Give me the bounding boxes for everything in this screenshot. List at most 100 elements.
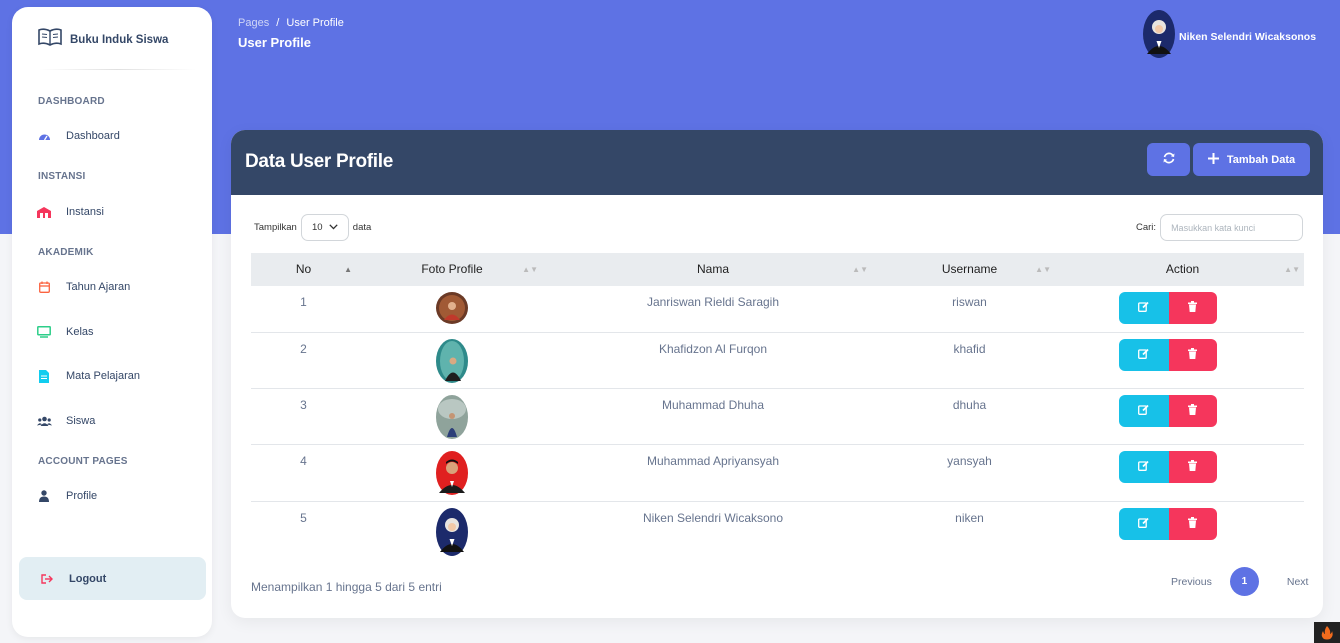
users-icon	[34, 416, 54, 426]
cell-action	[1061, 333, 1304, 388]
column-header-no[interactable]: No ▲	[251, 253, 356, 286]
cell-action	[1061, 389, 1304, 444]
user-menu[interactable]: Niken Selendri Wicaksonos	[1143, 10, 1316, 63]
sidebar: Buku Induk Siswa DASHBOARD Dashboard INS…	[12, 7, 212, 637]
book-icon	[37, 27, 63, 52]
edit-icon	[1138, 517, 1149, 531]
table-row: 5 Niken Selendri Wicaksono niken	[251, 502, 1304, 559]
edit-button[interactable]	[1118, 451, 1169, 483]
delete-button[interactable]	[1168, 451, 1217, 483]
delete-button[interactable]	[1168, 508, 1217, 540]
sidebar-item-label: Tahun Ajaran	[66, 281, 131, 293]
search-control: Cari:	[1136, 214, 1304, 241]
sort-icon: ▲▼	[522, 265, 538, 274]
sort-asc-icon: ▲	[344, 265, 352, 274]
section-instansi: INSTANSI	[38, 171, 86, 182]
brand-name: Buku Induk Siswa	[70, 33, 169, 46]
column-header-action[interactable]: Action ▲▼	[1061, 253, 1304, 286]
trash-icon	[1188, 348, 1197, 362]
sidebar-divider	[38, 69, 196, 70]
chevron-down-icon	[328, 222, 338, 233]
cell-action	[1061, 502, 1304, 559]
plus-icon	[1207, 151, 1219, 169]
sidebar-item-profile[interactable]: Profile	[34, 482, 202, 510]
cell-username: yansyah	[947, 454, 992, 468]
logout-label: Logout	[69, 572, 107, 585]
cell-foto	[356, 389, 548, 444]
document-icon	[34, 369, 54, 383]
edit-icon	[1138, 301, 1149, 315]
trash-icon	[1188, 517, 1197, 531]
user-avatar	[1143, 10, 1175, 63]
trash-icon	[1188, 404, 1197, 418]
logout-icon	[37, 573, 57, 584]
data-card: Data User Profile Tambah Data Tampilkan …	[231, 130, 1323, 618]
edit-button[interactable]	[1118, 395, 1169, 427]
sidebar-item-dashboard[interactable]: Dashboard	[34, 122, 202, 150]
trash-icon	[1188, 301, 1197, 315]
cell-no: 1	[300, 295, 307, 309]
page-length-select[interactable]: 10	[300, 214, 349, 241]
edit-button[interactable]	[1118, 508, 1169, 540]
section-dashboard: DASHBOARD	[38, 96, 105, 107]
flame-icon[interactable]	[1314, 622, 1340, 643]
table-header: No ▲ Foto Profile ▲▼ Nama ▲▼ Username ▲▼…	[251, 253, 1304, 286]
edit-button[interactable]	[1118, 339, 1169, 371]
logout-button[interactable]: Logout	[19, 557, 206, 600]
delete-button[interactable]	[1168, 395, 1217, 427]
sidebar-item-mata-pelajaran[interactable]: Mata Pelajaran	[34, 362, 202, 390]
brand[interactable]: Buku Induk Siswa	[37, 27, 168, 52]
search-label: Cari:	[1136, 222, 1157, 233]
page-length-value: 10	[311, 222, 323, 233]
building-icon	[34, 206, 54, 218]
profile-photo	[436, 292, 468, 327]
sidebar-item-kelas[interactable]: Kelas	[34, 318, 202, 346]
cell-username: dhuha	[952, 398, 987, 412]
refresh-icon	[1163, 151, 1175, 169]
cell-no: 3	[300, 398, 307, 412]
trash-icon	[1188, 460, 1197, 474]
delete-button[interactable]	[1168, 339, 1217, 371]
table-row: 1 Janriswan Rieldi Saragih riswan	[251, 286, 1304, 333]
gauge-icon	[34, 131, 54, 141]
edit-icon	[1138, 348, 1149, 362]
profile-photo	[436, 395, 468, 442]
cell-foto	[356, 502, 548, 559]
cell-action	[1061, 445, 1304, 501]
card-header: Data User Profile Tambah Data	[231, 130, 1323, 195]
edit-icon	[1138, 460, 1149, 474]
column-header-nama[interactable]: Nama ▲▼	[548, 253, 878, 286]
sidebar-item-label: Instansi	[66, 206, 104, 218]
cell-nama: Niken Selendri Wicaksono	[642, 511, 784, 525]
monitor-icon	[34, 326, 54, 338]
sidebar-item-tahun-ajaran[interactable]: Tahun Ajaran	[34, 273, 202, 301]
sort-icon: ▲▼	[852, 265, 868, 274]
profile-photo	[436, 451, 468, 498]
breadcrumb-root[interactable]: Pages	[238, 17, 269, 29]
user-name: Niken Selendri Wicaksonos	[1179, 30, 1317, 43]
delete-button[interactable]	[1168, 292, 1217, 324]
pagination-page-1[interactable]: 1	[1229, 567, 1259, 596]
refresh-button[interactable]	[1147, 143, 1190, 176]
sort-icon: ▲▼	[1035, 265, 1051, 274]
sidebar-item-instansi[interactable]: Instansi	[34, 198, 202, 226]
column-header-username[interactable]: Username ▲▼	[878, 253, 1061, 286]
table-row: 4 Muhammad Apriyansyah yansyah	[251, 445, 1304, 502]
page-length-control: Tampilkan 10 data	[254, 214, 371, 241]
cell-username: khafid	[953, 342, 986, 356]
cell-foto	[356, 445, 548, 501]
calendar-icon	[34, 281, 54, 293]
add-data-button[interactable]: Tambah Data	[1193, 143, 1310, 176]
sidebar-item-siswa[interactable]: Siswa	[34, 407, 202, 435]
search-input[interactable]	[1160, 214, 1304, 241]
column-header-foto[interactable]: Foto Profile ▲▼	[356, 253, 548, 286]
cell-nama: Muhammad Dhuha	[661, 398, 765, 412]
card-title: Data User Profile	[245, 151, 394, 172]
cell-nama: Khafidzon Al Furqon	[658, 342, 768, 356]
section-account: ACCOUNT PAGES	[38, 456, 128, 467]
edit-button[interactable]	[1118, 292, 1169, 324]
pagination-previous[interactable]: Previous	[1161, 576, 1222, 588]
cell-no: 5	[300, 511, 307, 525]
sidebar-item-label: Mata Pelajaran	[66, 370, 140, 382]
pagination-next[interactable]: Next	[1277, 576, 1319, 588]
